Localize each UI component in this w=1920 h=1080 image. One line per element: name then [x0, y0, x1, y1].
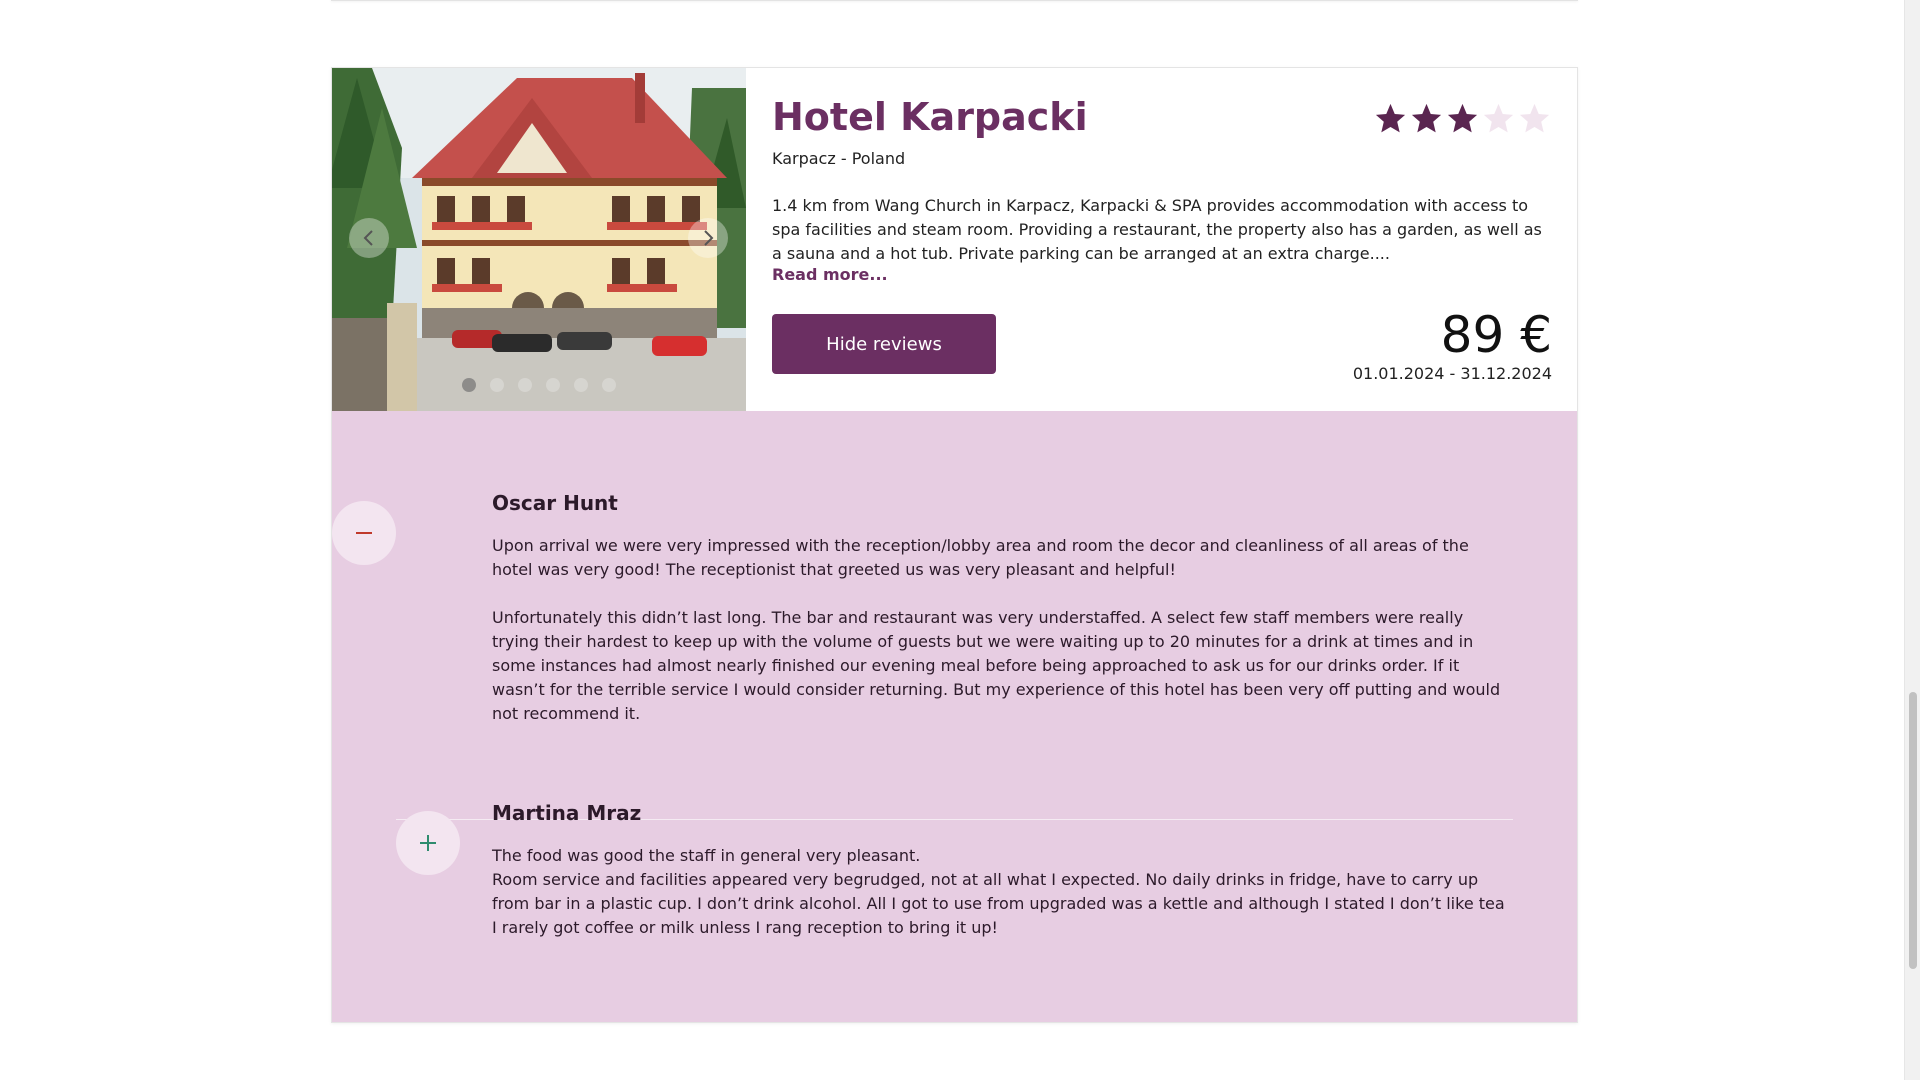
chevron-right-icon: [704, 230, 714, 246]
gallery-dot[interactable]: [546, 378, 560, 392]
hotel-name: Hotel Karpacki: [772, 95, 1088, 139]
gallery-next-button[interactable]: [688, 218, 728, 258]
star-empty-icon: [1483, 103, 1514, 133]
review-collapse-button[interactable]: [332, 501, 396, 565]
gallery-prev-button[interactable]: [349, 218, 389, 258]
availability-dates: 01.01.2024 - 31.12.2024: [1352, 364, 1552, 383]
review-expand-button[interactable]: [396, 811, 460, 875]
star-empty-icon: [1519, 103, 1550, 133]
hide-reviews-button[interactable]: Hide reviews: [772, 314, 996, 374]
review-paragraph: Unfortunately this didn’t last long. The…: [492, 608, 1501, 723]
hotel-card-summary: Hotel Karpacki Karpacz - Poland 1.4 km f…: [332, 68, 1577, 411]
hotel-photo: [332, 68, 746, 411]
gallery-dot[interactable]: [602, 378, 616, 392]
review-paragraph: The food was good the staff in general v…: [492, 846, 921, 865]
gallery-dot[interactable]: [462, 378, 476, 392]
read-more-link[interactable]: Read more...: [772, 265, 888, 284]
review-author: Martina Mraz: [492, 801, 642, 825]
star-filled-icon: [1447, 103, 1478, 133]
page: Hotel Karpacki Karpacz - Poland 1.4 km f…: [0, 0, 1920, 1080]
reviews-panel: Oscar Hunt Upon arrival we were very imp…: [332, 411, 1577, 1022]
photo-gallery[interactable]: [332, 68, 746, 411]
star-filled-icon: [1375, 103, 1406, 133]
hotel-card: Hotel Karpacki Karpacz - Poland 1.4 km f…: [331, 67, 1578, 1023]
review-item: Oscar Hunt Upon arrival we were very imp…: [332, 411, 1513, 771]
chevron-left-icon: [363, 230, 373, 246]
hotel-info: Hotel Karpacki Karpacz - Poland 1.4 km f…: [746, 68, 1577, 411]
hotel-location: Karpacz - Poland: [772, 149, 906, 168]
review-text: The food was good the staff in general v…: [492, 844, 1512, 940]
star-rating: [1373, 101, 1552, 136]
page-scrollbar[interactable]: [1904, 0, 1920, 1080]
gallery-dot[interactable]: [518, 378, 532, 392]
gallery-dot[interactable]: [574, 378, 588, 392]
review-author: Oscar Hunt: [492, 491, 618, 515]
hotel-description: 1.4 km from Wang Church in Karpacz, Karp…: [772, 196, 1542, 263]
plus-icon: [420, 835, 436, 851]
review-paragraph: Room service and facilities appeared ver…: [492, 870, 1505, 937]
gallery-dots: [462, 378, 616, 392]
scrollbar-thumb[interactable]: [1909, 692, 1917, 969]
hotel-price: 89 €: [1440, 306, 1552, 364]
star-filled-icon: [1411, 103, 1442, 133]
previous-hotel-card-edge: [331, 0, 1578, 1]
minus-icon: [356, 532, 372, 534]
gallery-dot[interactable]: [490, 378, 504, 392]
review-text: Upon arrival we were very impressed with…: [492, 534, 1512, 726]
review-paragraph: Upon arrival we were very impressed with…: [492, 536, 1469, 579]
